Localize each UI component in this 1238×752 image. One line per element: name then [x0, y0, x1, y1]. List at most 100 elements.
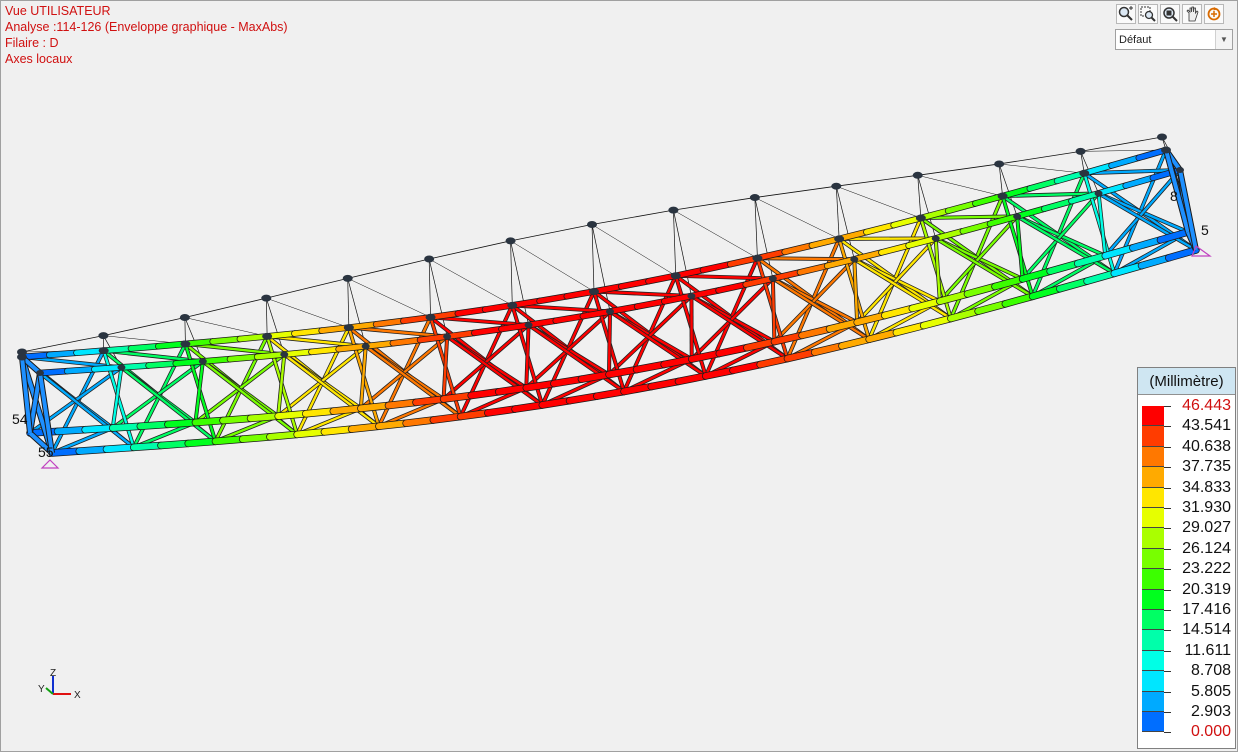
chord-member	[1047, 260, 1081, 275]
chord-member	[729, 361, 764, 374]
y-axis-label: Y	[38, 684, 45, 695]
legend-tick	[1164, 589, 1171, 591]
truss-model-view[interactable]: 545558	[0, 0, 1238, 752]
chord-member	[757, 355, 791, 368]
chevron-down-icon[interactable]: ▼	[1215, 30, 1232, 49]
chord-member	[975, 300, 1009, 315]
chord-member	[1084, 270, 1118, 285]
zoom-extents-button[interactable]	[1160, 4, 1180, 24]
chord-member	[46, 350, 79, 358]
legend-swatch	[1142, 508, 1164, 529]
legend-value: 29.027	[1182, 519, 1231, 537]
chord-member	[960, 221, 993, 234]
color-legend: (Millimètre) 46.443 43.541 40.638 37.735 34.…	[1137, 367, 1236, 749]
chord-member	[146, 360, 179, 368]
axes-label: Axes locaux	[5, 52, 73, 66]
top-cable	[266, 277, 348, 299]
cable-node	[668, 206, 679, 214]
axes-triad: Z Y X	[38, 668, 81, 701]
chord-member	[185, 438, 219, 447]
cable-node	[342, 274, 353, 282]
legend-swatch	[1142, 712, 1164, 733]
truss-node	[180, 340, 191, 348]
pan-icon	[1186, 6, 1199, 22]
top-cable	[917, 163, 1000, 176]
guy-cable	[266, 297, 349, 328]
chord-member	[375, 420, 410, 430]
chord-member	[291, 328, 325, 337]
legend-scale: 46.443 43.541 40.638 37.735 34.833 31.930 29.0…	[1138, 395, 1235, 749]
top-cable	[836, 174, 918, 187]
legend-value: 23.222	[1182, 560, 1231, 578]
chord-member	[192, 417, 226, 426]
truss-node	[280, 351, 289, 358]
chord-member	[945, 201, 978, 214]
chord-member	[49, 448, 83, 456]
zoom-in-button[interactable]	[1116, 4, 1136, 24]
top-cable	[999, 150, 1081, 165]
chord-member	[281, 349, 314, 357]
truss-node	[1013, 213, 1022, 220]
chord-member	[336, 343, 369, 352]
truss-node	[1161, 146, 1171, 154]
truss-node	[670, 272, 681, 280]
truss-node	[752, 254, 763, 262]
chord-member	[157, 440, 192, 449]
cable-node	[98, 332, 109, 340]
guy-cable	[754, 197, 840, 240]
guy-cable	[347, 278, 350, 328]
legend-tick	[1164, 569, 1171, 571]
cable-node	[179, 314, 190, 322]
chord-member	[1056, 278, 1091, 292]
chord-member	[373, 318, 406, 327]
cable-node	[587, 221, 597, 228]
legend-tick	[1164, 732, 1171, 734]
view-preset-dropdown[interactable]: Défaut ▼	[1115, 29, 1233, 50]
chord-member	[254, 351, 287, 360]
chord-member	[417, 334, 450, 343]
guy-cable	[591, 224, 676, 276]
top-cable	[510, 224, 593, 242]
chord-member	[811, 342, 845, 356]
legend-swatch	[1142, 650, 1164, 672]
chord-member	[440, 392, 475, 403]
truss-node	[606, 308, 614, 315]
top-cable	[1080, 136, 1163, 152]
guy-cable	[184, 317, 186, 344]
chord-member	[390, 337, 423, 346]
chord-member	[164, 419, 199, 428]
top-cable	[103, 317, 185, 337]
support-marker	[40, 459, 60, 469]
chord-member	[128, 343, 161, 351]
wire-label: Filaire : D	[5, 36, 59, 50]
legend-tick	[1164, 487, 1171, 489]
chord-member	[539, 397, 573, 408]
legend-tick	[1164, 426, 1171, 428]
legend-tick	[1164, 467, 1171, 469]
chord-member	[863, 222, 897, 235]
top-cable	[429, 240, 511, 260]
z-axis-label: Z	[50, 668, 56, 679]
truss-node	[262, 332, 273, 340]
chord-member	[227, 354, 260, 362]
cable-node	[261, 294, 272, 302]
truss-node	[343, 324, 354, 332]
truss-node	[117, 364, 126, 371]
rotate-button[interactable]	[1204, 4, 1224, 24]
chord-member	[403, 416, 437, 427]
chord-member	[1165, 247, 1199, 261]
zoom-window-button[interactable]	[1138, 4, 1158, 24]
legend-tick	[1164, 508, 1171, 509]
node-label: 54	[12, 411, 28, 427]
guy-cable	[428, 258, 431, 318]
pan-button[interactable]	[1182, 4, 1202, 24]
truss-node	[361, 343, 370, 350]
guy-cable	[591, 224, 595, 292]
legend-swatch	[1142, 467, 1164, 488]
legend-swatch	[1142, 446, 1164, 468]
legend-tick	[1164, 671, 1171, 673]
legend-value: 0.000	[1190, 723, 1231, 741]
chord-member	[266, 431, 301, 440]
zoom-window-icon	[1140, 6, 1156, 22]
chord-member	[212, 436, 246, 445]
